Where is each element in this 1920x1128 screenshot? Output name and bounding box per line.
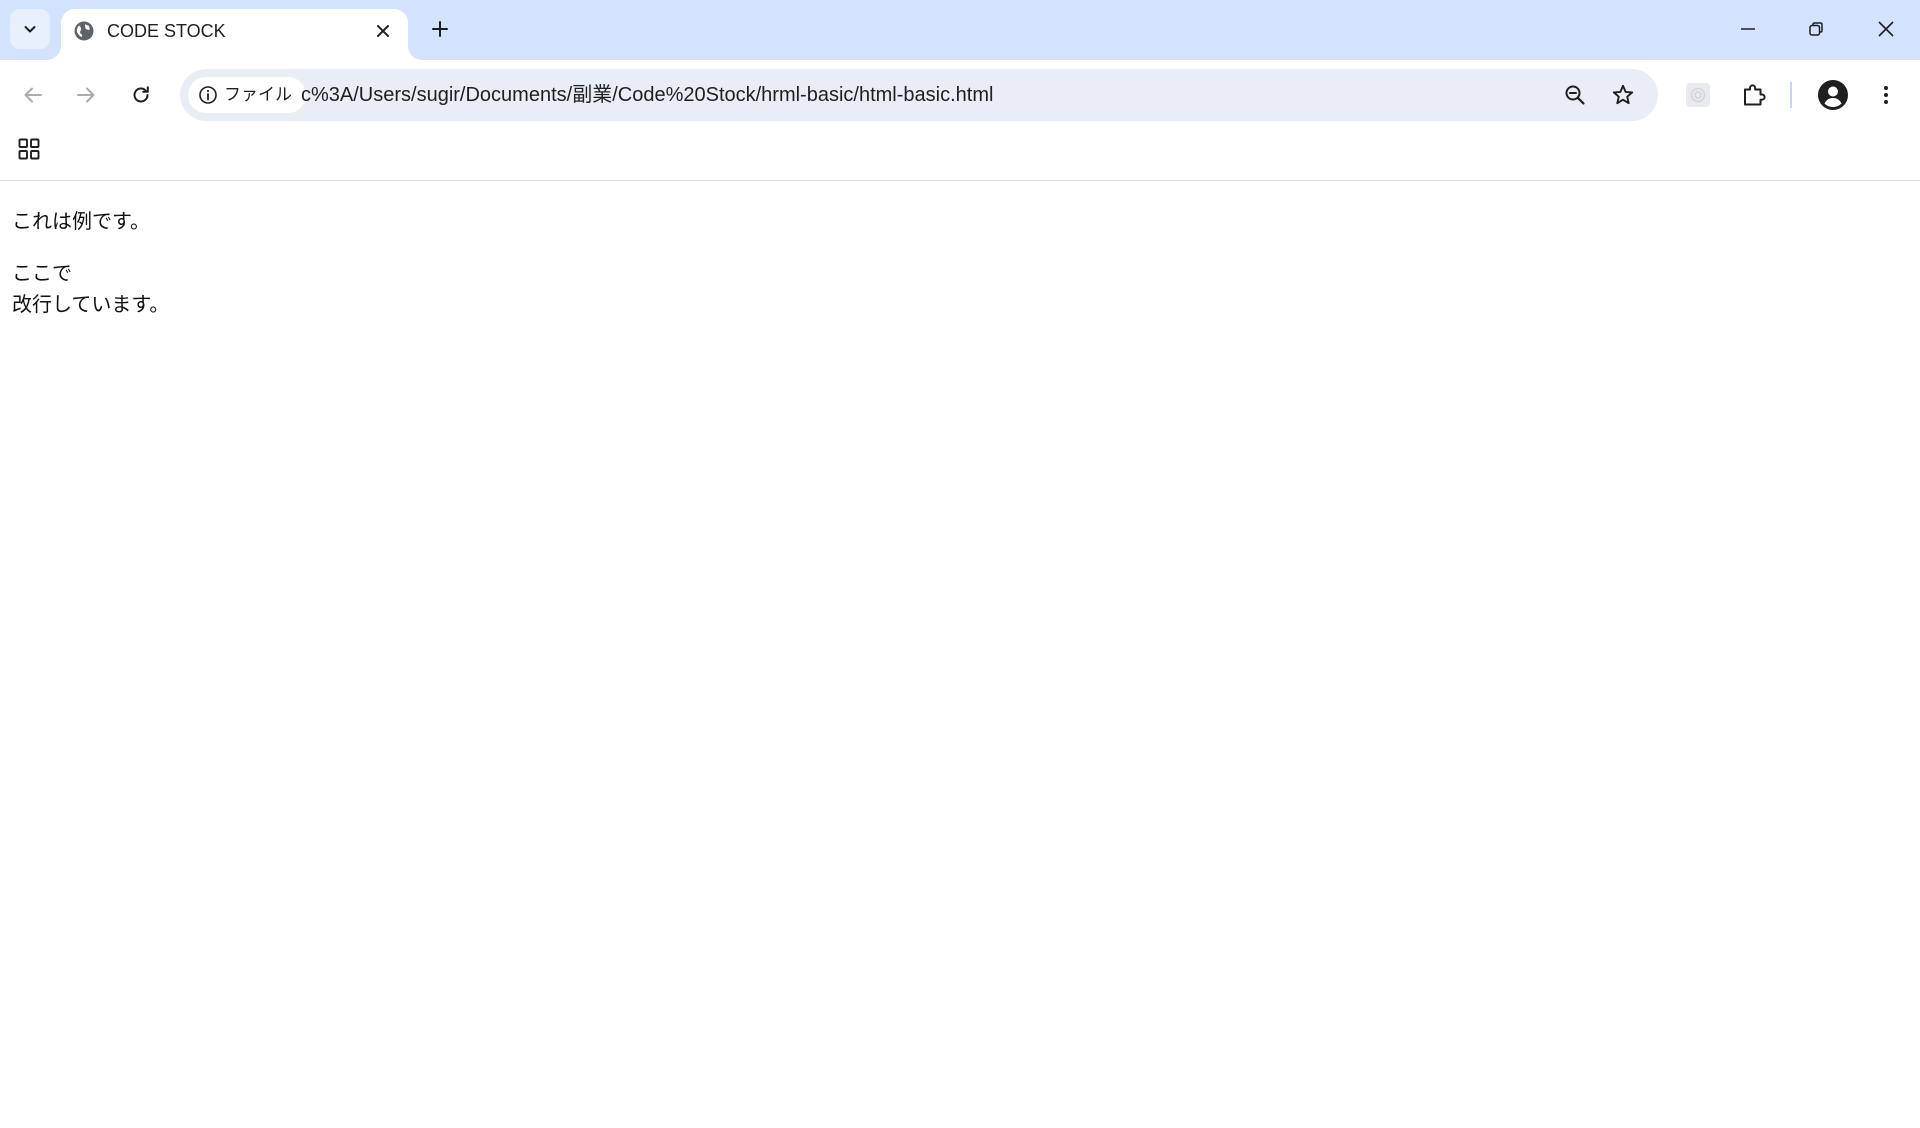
restore-icon [1809, 22, 1823, 36]
tab-close-button[interactable] [372, 20, 394, 42]
tab-title: CODE STOCK [107, 21, 226, 41]
back-button[interactable] [13, 75, 53, 115]
browser-window: CODE STOCK ファイル c%3A/Users/sugir/Documen… [0, 0, 1920, 1128]
zoom-button[interactable] [1561, 81, 1589, 109]
bookmark-button[interactable] [1609, 81, 1637, 109]
paragraph-line-1: ここで [12, 261, 72, 285]
star-icon [1612, 84, 1634, 105]
chevron-down-icon [24, 26, 36, 33]
tab-search-button[interactable] [10, 9, 50, 49]
apps-grid-icon [18, 138, 40, 160]
address-bar[interactable]: ファイル c%3A/Users/sugir/Documents/副業/Code%… [180, 69, 1658, 121]
page-content: これは例です。 ここで改行しています。 [0, 181, 1920, 1128]
reload-button[interactable] [121, 75, 161, 115]
more-vertical-icon [1884, 86, 1888, 104]
account-circle-icon [1818, 80, 1848, 110]
url-text[interactable]: c%3A/Users/sugir/Documents/副業/Code%20Sto… [301, 83, 993, 107]
paragraph-line-break: ここで改行しています。 [12, 258, 169, 320]
minimize-button[interactable] [1714, 0, 1782, 58]
plus-icon [432, 21, 448, 37]
toolbar-divider [1790, 82, 1792, 108]
close-window-button[interactable] [1852, 0, 1920, 58]
arrow-left-icon [24, 87, 42, 103]
arrow-right-icon [77, 87, 95, 103]
reload-icon [133, 86, 149, 103]
restore-button[interactable] [1782, 0, 1850, 58]
tab-active[interactable]: CODE STOCK [61, 9, 408, 60]
new-tab-button[interactable] [423, 12, 457, 46]
minimize-icon [1741, 28, 1755, 30]
site-info-label: ファイル [224, 85, 292, 105]
tab-strip: CODE STOCK [0, 0, 1920, 60]
site-info-chip[interactable]: ファイル [188, 77, 306, 113]
zoom-out-icon [1565, 85, 1585, 105]
extensions-menu-button[interactable] [1737, 78, 1771, 112]
paragraph-line-2: 改行しています。 [12, 292, 170, 316]
extension-button[interactable] [1681, 78, 1715, 112]
puzzle-icon [1744, 84, 1766, 106]
browser-menu-button[interactable] [1869, 78, 1903, 112]
extension-placeholder-icon [1686, 83, 1710, 107]
globe-icon [74, 21, 94, 41]
paragraph-example: これは例です。 [12, 206, 150, 237]
apps-button[interactable] [12, 132, 46, 166]
close-icon [1878, 21, 1894, 37]
info-icon [199, 86, 217, 104]
profile-button[interactable] [1816, 78, 1850, 112]
close-icon [377, 25, 389, 37]
paragraph-example-text: これは例です。 [12, 209, 150, 233]
forward-button[interactable] [66, 75, 106, 115]
